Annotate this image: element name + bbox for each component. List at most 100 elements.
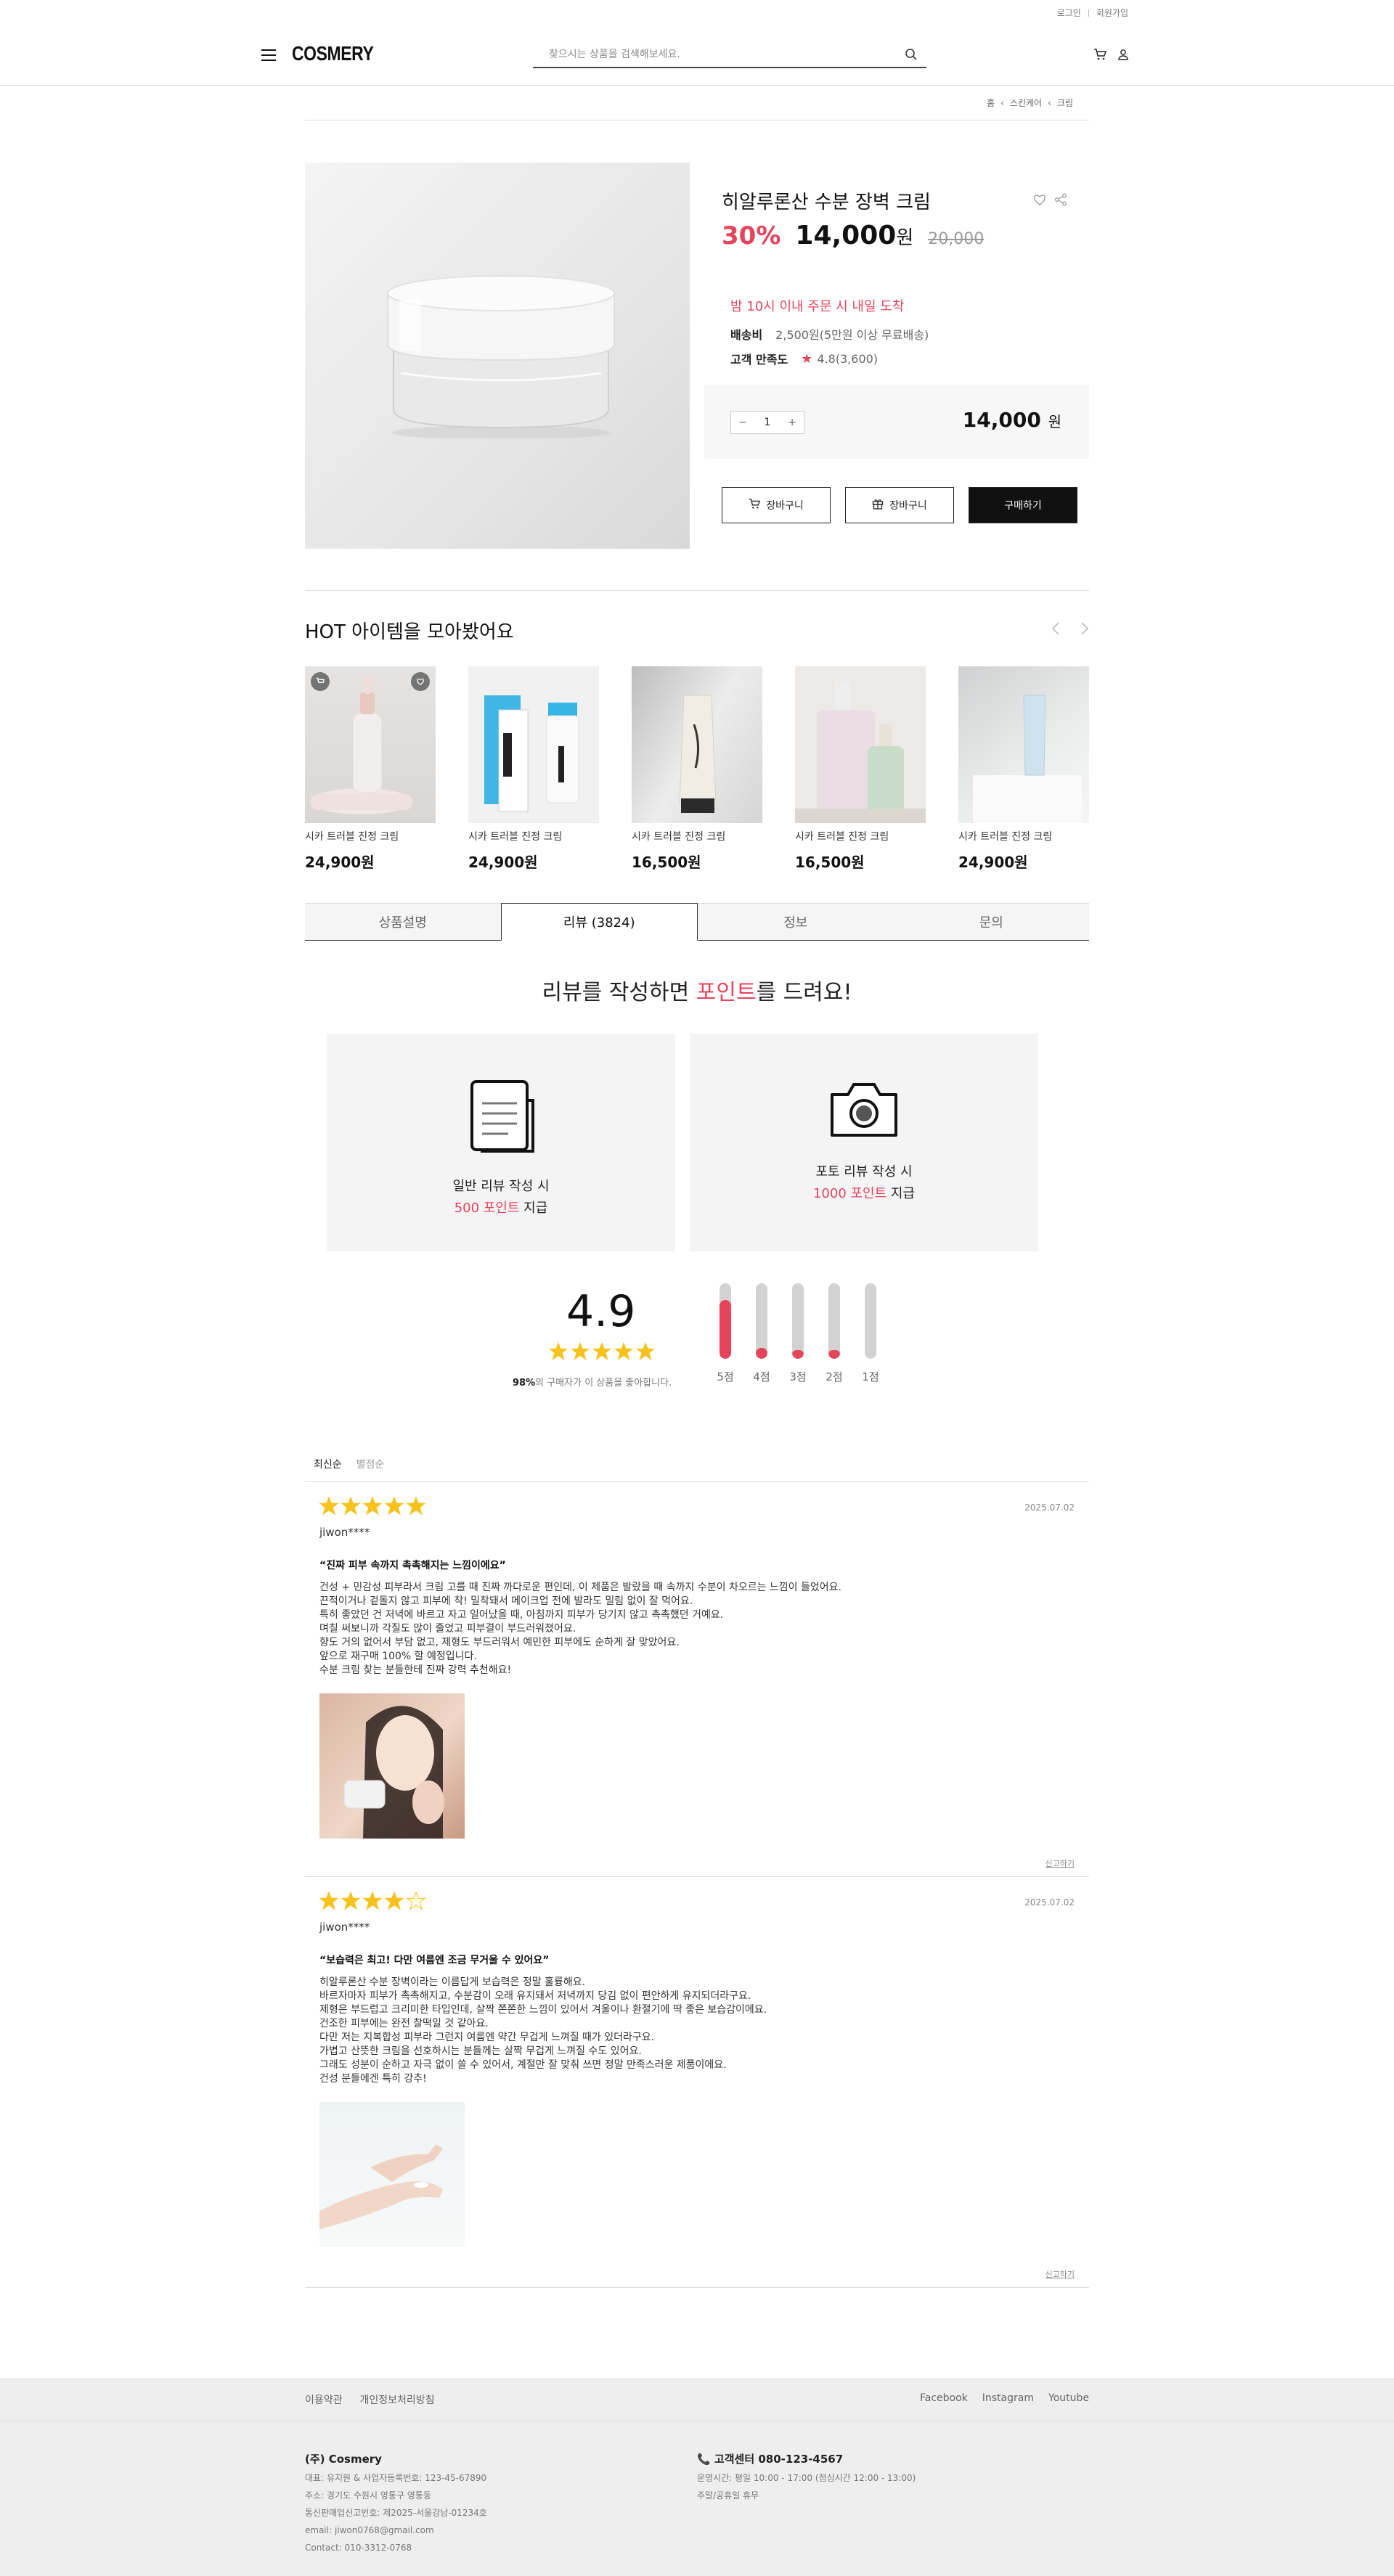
carousel-arrows: [1051, 621, 1089, 639]
breadcrumb: 홈 ‹ 스킨케어 ‹ 크림: [305, 86, 1089, 120]
breadcrumb-home[interactable]: 홈: [987, 97, 995, 109]
product-card[interactable]: 시카 트러블 진정 크림 24,900원: [468, 666, 599, 872]
review-item: 2025.07.02 jiwon**** “진짜 피부 속까지 촉촉해지는 느낌…: [305, 1482, 1089, 1877]
rating-bar-track: [865, 1283, 876, 1359]
rating-bar-fill: [792, 1349, 804, 1359]
product-price: 16,500원: [632, 854, 701, 871]
review-headline: “진짜 피부 속까지 촉촉해지는 느낌이에요”: [319, 1560, 506, 1571]
rating-summary: 4.9 98%의 구매자가 이 상품을 좋아합니다. 5점 4점 3점 2점 1점: [305, 1251, 1089, 1426]
rating-bar-track: [720, 1283, 731, 1359]
report-link[interactable]: 신고하기: [1046, 2268, 1075, 2280]
breadcrumb-cream[interactable]: 크림: [1057, 97, 1073, 109]
breadcrumb-skincare[interactable]: 스킨케어: [1010, 97, 1042, 109]
search-input[interactable]: [533, 42, 881, 67]
header: COSMERY: [0, 35, 1394, 86]
buy-now-button[interactable]: 구매하기: [969, 487, 1077, 523]
quantity-box: − 1 + 14,000 원: [704, 385, 1089, 459]
cart-icon[interactable]: [1093, 48, 1106, 64]
plus-icon[interactable]: +: [788, 417, 796, 428]
average-stars: [548, 1341, 657, 1362]
star-filled-icon: [385, 1892, 404, 1910]
rating-bar-label: 5점: [717, 1370, 734, 1383]
satisfaction-info: 고객 만족도 ★ 4.8(3,600): [730, 350, 878, 367]
rating-bar: 1점: [862, 1283, 879, 1384]
phone-icon: 📞: [697, 2453, 711, 2466]
terms-link[interactable]: 이용약관: [305, 2392, 343, 2407]
star-filled-icon: [385, 1497, 404, 1516]
sort-latest[interactable]: 최신순: [314, 1457, 342, 1471]
average-score: 4.9: [566, 1286, 636, 1337]
logo[interactable]: COSMERY: [292, 42, 374, 65]
company-name: (주) Cosmery: [305, 2453, 382, 2466]
utility-bar: 로그인 회원가입: [0, 0, 1394, 35]
card-title: 포토 리뷰 작성 시: [815, 1164, 913, 1179]
tab-description[interactable]: 상품설명: [305, 903, 501, 940]
product-name: 시카 트러블 진정 크림: [795, 831, 889, 843]
instagram-link[interactable]: Instagram: [982, 2392, 1034, 2404]
product-card[interactable]: 시카 트러블 진정 크림 24,900원: [305, 666, 436, 872]
youtube-link[interactable]: Youtube: [1048, 2392, 1089, 2404]
product-card[interactable]: 시카 트러블 진정 크림 16,500원: [632, 666, 762, 872]
reward-cards: 일반 리뷰 작성 시 500 포인트 지급 포토 리뷰 작성 시 1000 포인…: [327, 1034, 1089, 1251]
tab-info[interactable]: 정보: [698, 903, 894, 940]
hot-items-section: HOT 아이템을 모아봤어요 시카 트러블 진정 크림 24,900원 시카 트…: [305, 591, 1089, 903]
star-filled-icon: [319, 1892, 338, 1910]
review-body: 히알루론산 수분 장벽이라는 이름답게 보습력은 정말 훌륭해요. 바르자마자 …: [319, 1976, 767, 2085]
login-link[interactable]: 로그인: [1057, 7, 1081, 19]
discount-rate: 30%: [722, 221, 781, 250]
rating-bar: 5점: [717, 1283, 734, 1384]
product-name: 시카 트러블 진정 크림: [632, 831, 726, 843]
product-card[interactable]: 시카 트러블 진정 크림 16,500원: [795, 666, 926, 872]
photo-review-card[interactable]: 포토 리뷰 작성 시 1000 포인트 지급: [690, 1034, 1038, 1251]
user-icon[interactable]: [1117, 48, 1130, 64]
share-icon[interactable]: [1054, 193, 1067, 209]
heart-icon[interactable]: [411, 672, 430, 691]
sale-price: 14,000원: [795, 221, 914, 250]
chevron-left-icon[interactable]: [1051, 621, 1060, 639]
product-name: 시카 트러블 진정 크림: [468, 831, 563, 843]
heart-icon[interactable]: [1032, 193, 1047, 209]
report-link[interactable]: 신고하기: [1046, 1857, 1075, 1869]
product-price: 24,900원: [305, 854, 375, 871]
cart-icon[interactable]: [311, 672, 330, 691]
header-icons: [1093, 48, 1130, 64]
rating-bar-label: 2점: [826, 1370, 843, 1383]
facebook-link[interactable]: Facebook: [920, 2392, 968, 2404]
cs-phone: 📞 고객센터 080-123-4567: [697, 2453, 844, 2466]
tab-inquiry[interactable]: 문의: [893, 903, 1089, 940]
satisfaction-label: 고객 만족도: [730, 353, 788, 367]
shipping-label: 배송비: [730, 328, 763, 342]
gift-button[interactable]: 장바구니: [845, 487, 954, 523]
review-headline: “보습력은 최고! 다만 여름엔 조금 무거울 수 있어요”: [319, 1955, 550, 1966]
tab-reviews[interactable]: 리뷰 (3824): [500, 903, 698, 941]
search-icon[interactable]: [905, 48, 918, 64]
add-to-cart-button[interactable]: 장바구니: [722, 487, 831, 523]
star-filled-icon: [363, 1892, 382, 1910]
review-promo-title: 리뷰를 작성하면 포인트를 드려요!: [542, 980, 852, 1005]
product-name: 시카 트러블 진정 크림: [958, 831, 1053, 843]
rating-bar-track: [828, 1283, 840, 1359]
satisfaction-percent: 98%의 구매자가 이 상품을 좋아합니다.: [513, 1378, 672, 1389]
product-image: [305, 163, 690, 549]
minus-icon[interactable]: −: [738, 417, 747, 428]
review-photo[interactable]: [319, 1693, 465, 1839]
sort-rating[interactable]: 별점순: [356, 1457, 385, 1471]
product-thumbnail: [305, 666, 436, 823]
quantity-stepper[interactable]: − 1 +: [730, 411, 804, 434]
product-actions: [1032, 193, 1067, 209]
product-card[interactable]: 시카 트러블 진정 크림 24,900원: [958, 666, 1089, 872]
signup-link[interactable]: 회원가입: [1096, 7, 1128, 19]
menu-icon[interactable]: [261, 49, 276, 61]
chevron-left-icon: ‹: [1000, 97, 1004, 108]
rating-bar: 2점: [826, 1283, 843, 1384]
review-body: 건성 + 민감성 피부라서 크림 고를 때 진짜 까다로운 편인데, 이 제품은…: [319, 1582, 841, 1676]
review-photo[interactable]: [319, 2102, 465, 2247]
text-review-card[interactable]: 일반 리뷰 작성 시 500 포인트 지급: [327, 1034, 675, 1251]
privacy-link[interactable]: 개인정보처리방침: [360, 2392, 435, 2407]
document-icon: [466, 1079, 536, 1157]
product-thumbnail: [958, 666, 1089, 823]
shipping-info: 배송비 2,500원(5만원 이상 무료배송): [730, 325, 929, 343]
review-stars: [319, 1497, 1075, 1516]
card-points: 1000 포인트 지급: [812, 1186, 916, 1201]
chevron-right-icon[interactable]: [1080, 621, 1089, 639]
